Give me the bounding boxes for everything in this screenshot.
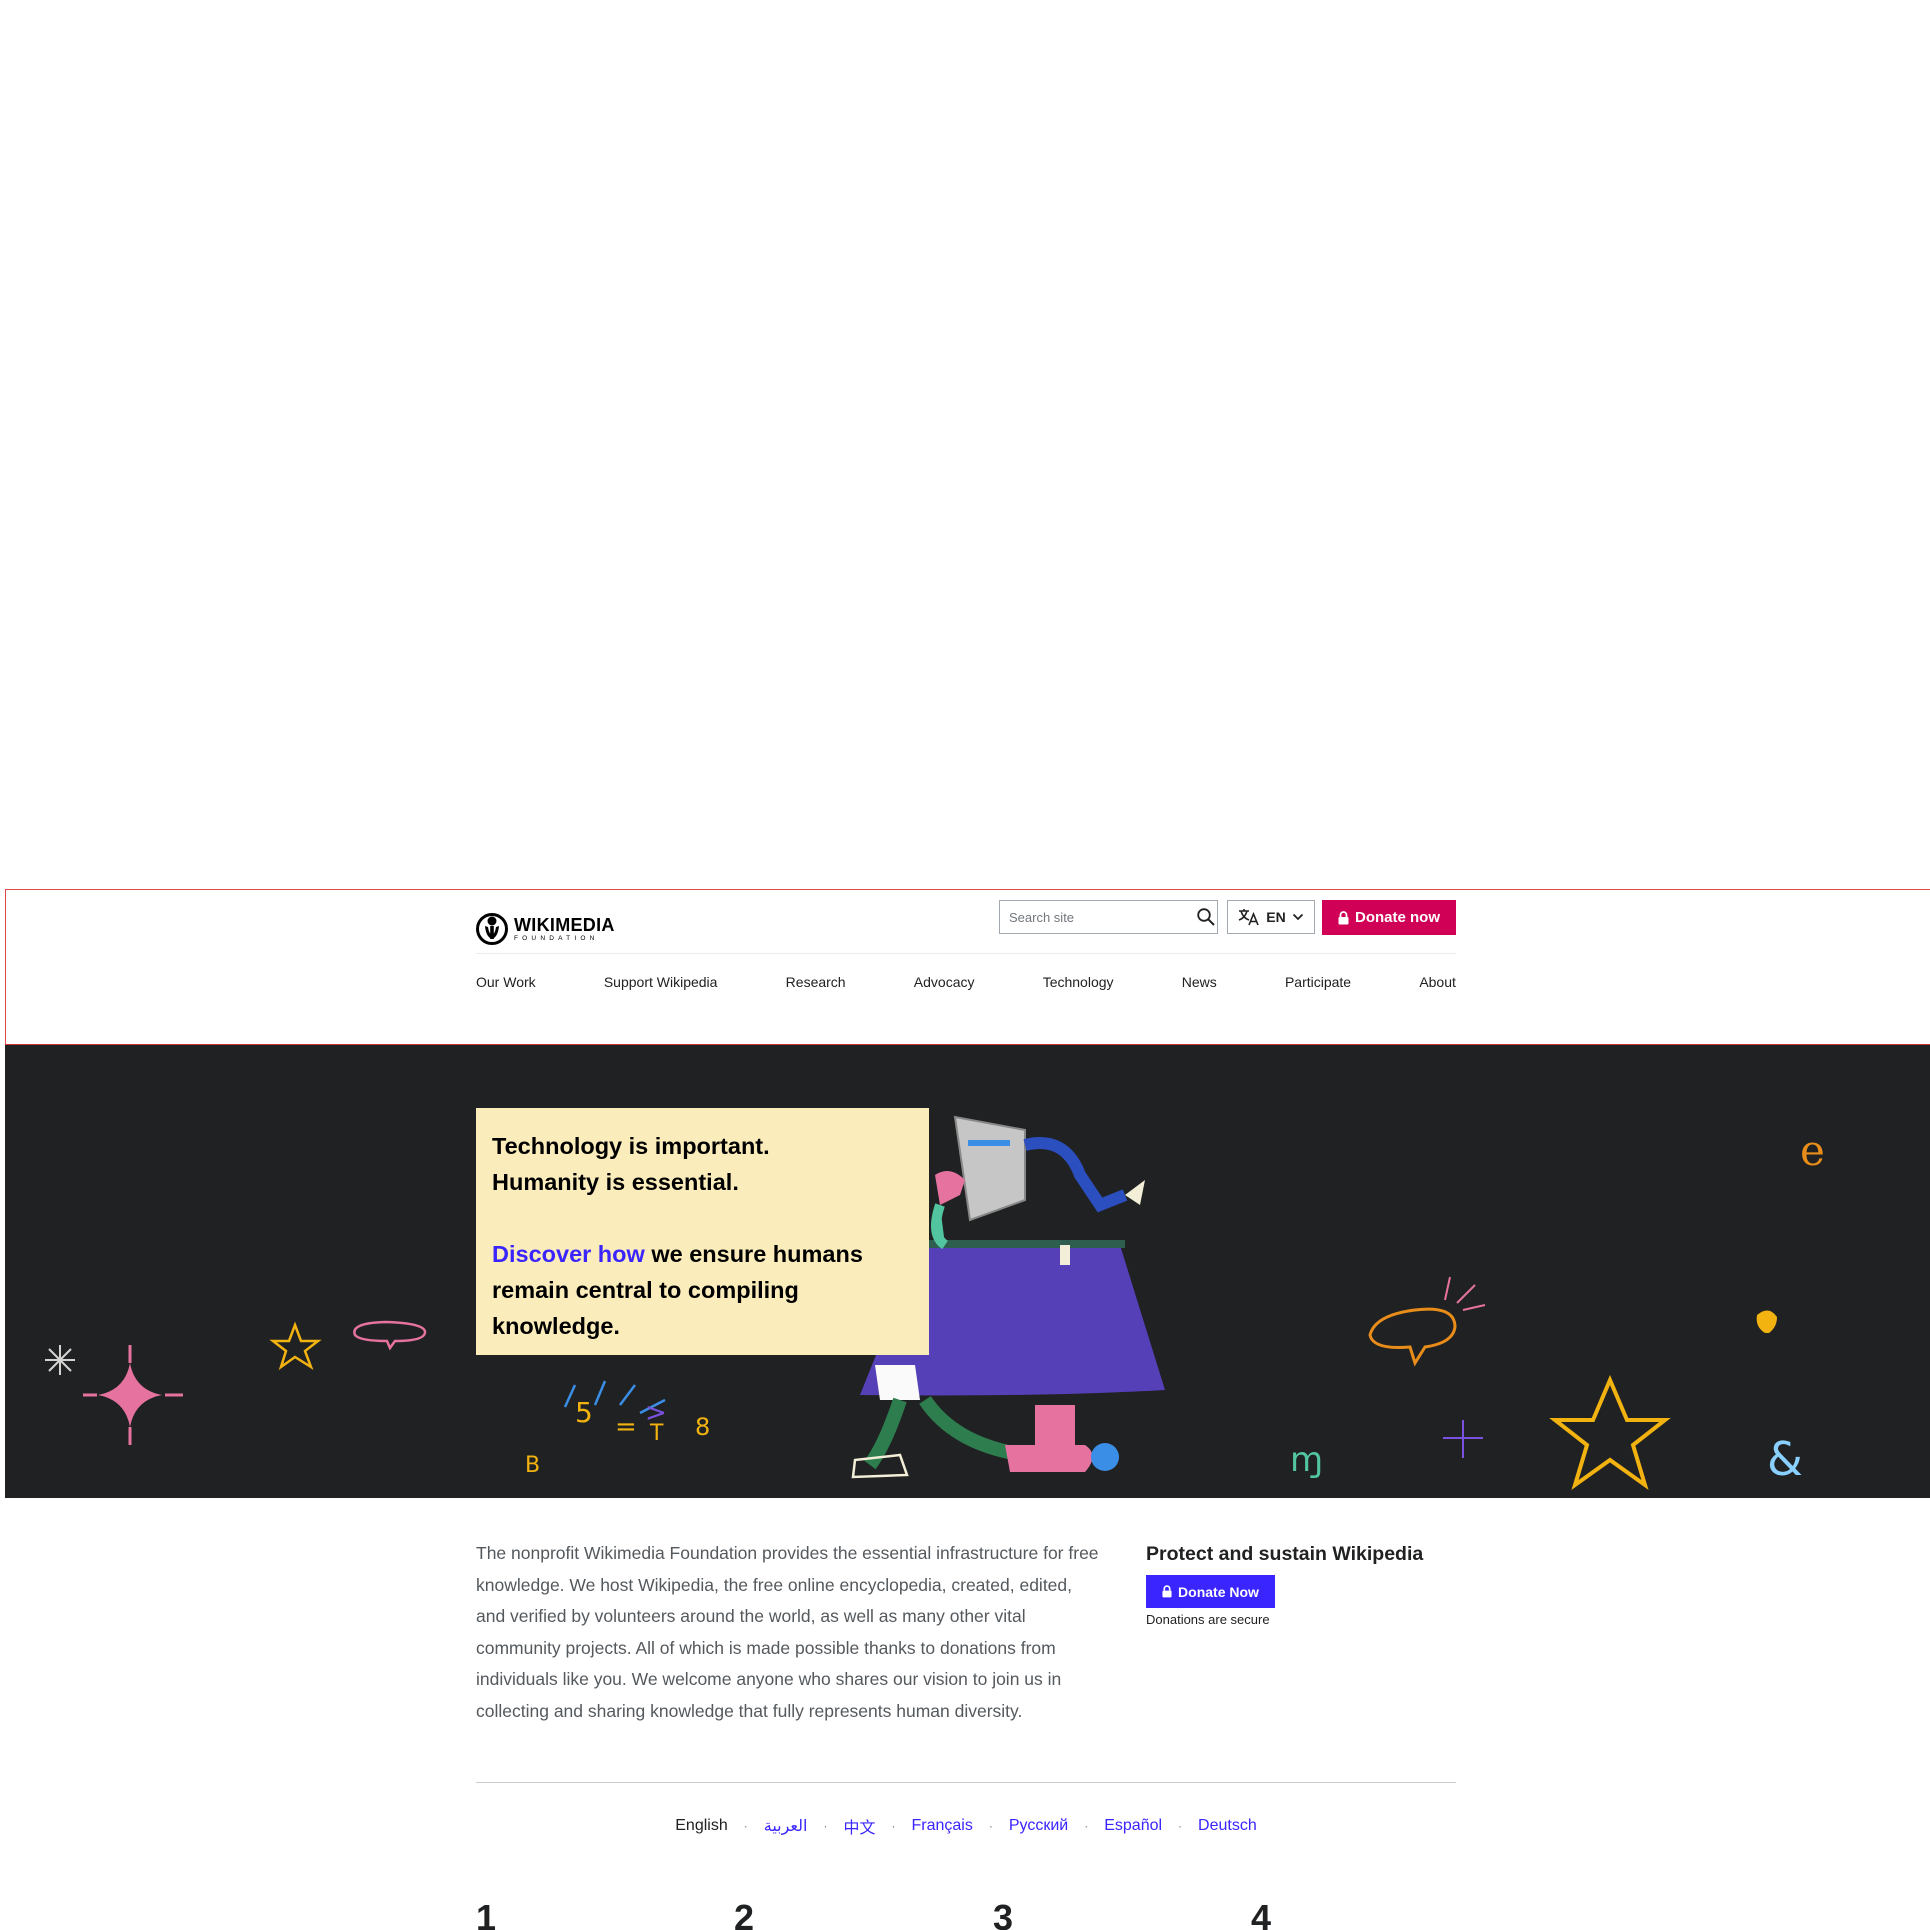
svg-text:>: >	[645, 1398, 667, 1428]
nav-support-wikipedia[interactable]: Support Wikipedia	[604, 974, 718, 994]
pink-star-icon	[98, 1363, 162, 1427]
nav-participate[interactable]: Participate	[1285, 974, 1351, 994]
hero-illustration: 5 = T 8 B > e ɱ &	[45, 1115, 1825, 1491]
language-links: English · العربية · 中文 · Français · Русс…	[476, 1815, 1456, 1837]
lock-icon	[1162, 1585, 1172, 1598]
language-link-chinese[interactable]: 中文	[843, 1814, 875, 1838]
svg-text:=: =	[615, 1412, 637, 1442]
search-input[interactable]	[1000, 909, 1194, 925]
separator-dot: ·	[1084, 1819, 1089, 1833]
chevron-down-icon	[1292, 913, 1303, 921]
svg-text:8: 8	[695, 1413, 710, 1441]
stat-number-3: 3	[993, 1900, 1014, 1930]
language-link-arabic[interactable]: العربية	[764, 1816, 808, 1836]
intro-paragraph: The nonprofit Wikimedia Foundation provi…	[476, 1543, 1099, 1721]
lock-icon	[1338, 910, 1349, 924]
nav-technology[interactable]: Technology	[1043, 974, 1114, 994]
nav-research[interactable]: Research	[786, 974, 846, 994]
language-link-french[interactable]: Français	[911, 1817, 972, 1835]
donate-sidebar: Protect and sustain Wikipedia Donate Now…	[1146, 1539, 1466, 1627]
lightbulb-icon	[1756, 1310, 1777, 1333]
nav-about[interactable]: About	[1419, 974, 1456, 994]
separator-dot: ·	[1178, 1819, 1183, 1833]
search-box	[999, 900, 1218, 934]
nav-advocacy[interactable]: Advocacy	[914, 974, 975, 994]
donate-heading: Protect and sustain Wikipedia	[1146, 1543, 1424, 1565]
search-button[interactable]	[1194, 901, 1217, 933]
big-star-icon	[1549, 1374, 1671, 1491]
svg-text:e: e	[1800, 1126, 1825, 1175]
hero-line-2: Humanity is essential.	[492, 1169, 739, 1195]
separator-dot: ·	[988, 1819, 993, 1833]
hero-banner: 5 = T 8 B > e ɱ & Technology is importan…	[5, 1045, 1930, 1498]
language-link-german[interactable]: Deutsch	[1198, 1817, 1257, 1835]
donate-now-side-button[interactable]: Donate Now	[1146, 1575, 1275, 1608]
donations-secure-note: Donations are secure	[1146, 1612, 1270, 1627]
discover-how-link[interactable]: Discover how	[492, 1241, 645, 1267]
site-header	[5, 889, 1930, 1045]
speech-bubble-orange-icon	[1368, 1307, 1457, 1367]
language-code: EN	[1266, 909, 1286, 925]
language-current: English	[675, 1817, 728, 1834]
wikimedia-logo-icon	[476, 913, 508, 945]
translate-icon	[1238, 909, 1260, 926]
donate-now-side-label: Donate Now	[1178, 1583, 1259, 1600]
sparkle-icon	[45, 1345, 75, 1375]
language-selector[interactable]: EN	[1227, 900, 1315, 934]
stat-number-1: 1	[476, 1900, 497, 1930]
svg-text:B: B	[525, 1453, 540, 1478]
language-link-russian[interactable]: Русский	[1009, 1817, 1068, 1835]
stat-number-2: 2	[734, 1900, 755, 1930]
logo-wordmark: WIKIMEDIA	[514, 914, 615, 935]
stat-number-4: 4	[1251, 1900, 1272, 1930]
donate-now-label: Donate now	[1355, 909, 1440, 926]
separator-dot: ·	[891, 1819, 896, 1833]
separator-dot: ·	[743, 1819, 748, 1833]
nav-our-work[interactable]: Our Work	[476, 974, 536, 994]
stats-row: 1 2 3 4	[476, 1900, 1456, 1930]
language-link-spanish[interactable]: Español	[1104, 1817, 1162, 1835]
svg-text:ɱ: ɱ	[1290, 1440, 1323, 1480]
section-divider	[476, 1782, 1456, 1783]
separator-dot: ·	[823, 1819, 828, 1833]
nav-news[interactable]: News	[1182, 974, 1217, 994]
logo-subtitle: FOUNDATION	[514, 934, 599, 942]
speech-bubble-icon	[353, 1320, 427, 1351]
search-icon	[1196, 908, 1215, 926]
yellow-star-icon	[269, 1321, 322, 1371]
wikimedia-logo[interactable]: WIKIMEDIA FOUNDATION	[476, 912, 615, 946]
main-nav: Our Work Support Wikipedia Research Advo…	[476, 974, 1456, 994]
laptop-shape	[953, 1115, 1026, 1222]
header-divider	[476, 953, 1456, 954]
svg-text:5: 5	[575, 1396, 593, 1429]
hero-message-box: Technology is important. Humanity is ess…	[476, 1108, 929, 1355]
donate-now-button[interactable]: Donate now	[1322, 900, 1456, 935]
hero-line-1: Technology is important.	[492, 1133, 770, 1159]
hero-cta-paragraph: Discover how we ensure humans remain cen…	[492, 1236, 913, 1344]
svg-text:&: &	[1767, 1432, 1803, 1486]
